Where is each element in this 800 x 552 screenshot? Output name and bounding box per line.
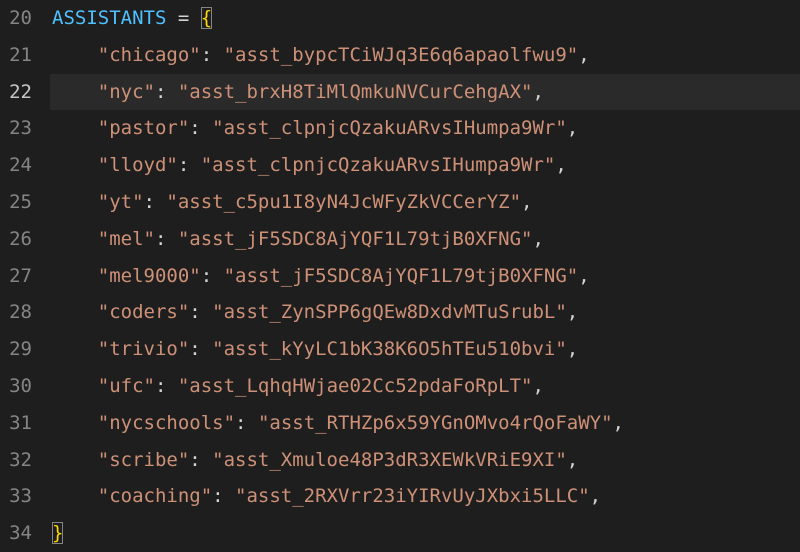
comma: , — [567, 449, 578, 471]
dict-value: "asst_c5pu1I8yN4JcWFyZkVCCerYZ" — [166, 191, 521, 213]
line-number: 25 — [6, 184, 32, 221]
open-brace: { — [201, 7, 212, 29]
line-number: 30 — [6, 368, 32, 405]
dict-key: "scribe" — [98, 449, 190, 471]
code-area[interactable]: ASSISTANTS = { "chicago": "asst_bypcTCiW… — [50, 0, 800, 552]
comma: , — [590, 485, 601, 507]
colon: : — [201, 265, 224, 287]
code-line[interactable]: "scribe": "asst_Xmuloe48P3dR3XEWkVRiE9XI… — [50, 442, 800, 479]
colon: : — [155, 81, 178, 103]
code-line[interactable]: "chicago": "asst_bypcTCiWJq3E6q6apaolfwu… — [50, 37, 800, 74]
code-line[interactable]: "pastor": "asst_clpnjcQzakuARvsIHumpa9Wr… — [50, 110, 800, 147]
line-number: 26 — [6, 221, 32, 258]
code-line[interactable]: ASSISTANTS = { — [50, 0, 800, 37]
dict-key: "coders" — [98, 301, 190, 323]
colon: : — [155, 375, 178, 397]
assign-operator: = — [166, 7, 200, 29]
dict-value: "asst_jF5SDC8AjYQF1L79tjB0XFNG" — [178, 228, 533, 250]
dict-key: "mel" — [98, 228, 155, 250]
line-number: 24 — [6, 147, 32, 184]
colon: : — [189, 338, 212, 360]
code-line[interactable]: "mel9000": "asst_jF5SDC8AjYQF1L79tjB0XFN… — [50, 258, 800, 295]
dict-key: "mel9000" — [98, 265, 201, 287]
dict-key: "coaching" — [98, 485, 212, 507]
comma: , — [567, 117, 578, 139]
dict-key: "pastor" — [98, 117, 190, 139]
colon: : — [212, 485, 235, 507]
code-editor[interactable]: 202122232425262728293031323334 ASSISTANT… — [0, 0, 800, 552]
line-number: 23 — [6, 110, 32, 147]
code-line[interactable]: "ufc": "asst_LqhqHWjae02Cc52pdaFoRpLT", — [50, 368, 800, 405]
line-number: 20 — [6, 0, 32, 37]
dict-key: "nycschools" — [98, 412, 235, 434]
code-line[interactable]: "coaching": "asst_2RXVrr23iYIRvUyJXbxi5L… — [50, 478, 800, 515]
line-number: 27 — [6, 258, 32, 295]
comma: , — [567, 338, 578, 360]
comma: , — [567, 301, 578, 323]
dict-key: "chicago" — [98, 44, 201, 66]
comma: , — [555, 154, 566, 176]
colon: : — [155, 228, 178, 250]
colon: : — [178, 154, 201, 176]
code-line[interactable]: "coders": "asst_ZynSPP6gQEw8DxdvMTuSrubL… — [50, 294, 800, 331]
dict-value: "asst_LqhqHWjae02Cc52pdaFoRpLT" — [178, 375, 533, 397]
dict-value: "asst_kYyLC1bK38K6O5hTEu510bvi" — [212, 338, 567, 360]
code-line[interactable]: "lloyd": "asst_clpnjcQzakuARvsIHumpa9Wr"… — [50, 147, 800, 184]
line-number: 22 — [6, 74, 32, 111]
colon: : — [189, 117, 212, 139]
close-brace: } — [52, 522, 63, 544]
dict-value: "asst_2RXVrr23iYIRvUyJXbxi5LLC" — [235, 485, 590, 507]
code-line[interactable]: } — [50, 515, 800, 552]
dict-value: "asst_ZynSPP6gQEw8DxdvMTuSrubL" — [212, 301, 567, 323]
line-number-gutter: 202122232425262728293031323334 — [0, 0, 50, 552]
colon: : — [189, 301, 212, 323]
code-line[interactable]: "yt": "asst_c5pu1I8yN4JcWFyZkVCCerYZ", — [50, 184, 800, 221]
dict-key: "lloyd" — [98, 154, 178, 176]
dict-value: "asst_RTHZp6x59YGnOMvo4rQoFaWY" — [258, 412, 613, 434]
comma: , — [532, 228, 543, 250]
colon: : — [201, 44, 224, 66]
dict-value: "asst_Xmuloe48P3dR3XEWkVRiE9XI" — [212, 449, 567, 471]
code-line[interactable]: "nyc": "asst_brxH8TiMlQmkuNVCurCehgAX", — [50, 74, 800, 111]
colon: : — [144, 191, 167, 213]
code-line[interactable]: "mel": "asst_jF5SDC8AjYQF1L79tjB0XFNG", — [50, 221, 800, 258]
line-number: 32 — [6, 442, 32, 479]
dict-key: "ufc" — [98, 375, 155, 397]
colon: : — [189, 449, 212, 471]
dict-key: "yt" — [98, 191, 144, 213]
line-number: 21 — [6, 37, 32, 74]
comma: , — [532, 375, 543, 397]
dict-key: "nyc" — [98, 81, 155, 103]
line-number: 33 — [6, 478, 32, 515]
code-line[interactable]: "nycschools": "asst_RTHZp6x59YGnOMvo4rQo… — [50, 405, 800, 442]
line-number: 34 — [6, 515, 32, 552]
dict-value: "asst_jF5SDC8AjYQF1L79tjB0XFNG" — [224, 265, 579, 287]
line-number: 31 — [6, 405, 32, 442]
dict-value: "asst_clpnjcQzakuARvsIHumpa9Wr" — [212, 117, 567, 139]
variable-name: ASSISTANTS — [52, 7, 166, 29]
comma: , — [578, 44, 589, 66]
comma: , — [578, 265, 589, 287]
line-number: 28 — [6, 294, 32, 331]
line-number: 29 — [6, 331, 32, 368]
comma: , — [532, 81, 543, 103]
dict-value: "asst_clpnjcQzakuARvsIHumpa9Wr" — [201, 154, 556, 176]
colon: : — [235, 412, 258, 434]
code-line[interactable]: "trivio": "asst_kYyLC1bK38K6O5hTEu510bvi… — [50, 331, 800, 368]
dict-key: "trivio" — [98, 338, 190, 360]
comma: , — [613, 412, 624, 434]
comma: , — [521, 191, 532, 213]
dict-value: "asst_bypcTCiWJq3E6q6apaolfwu9" — [224, 44, 579, 66]
dict-value: "asst_brxH8TiMlQmkuNVCurCehgAX" — [178, 81, 533, 103]
